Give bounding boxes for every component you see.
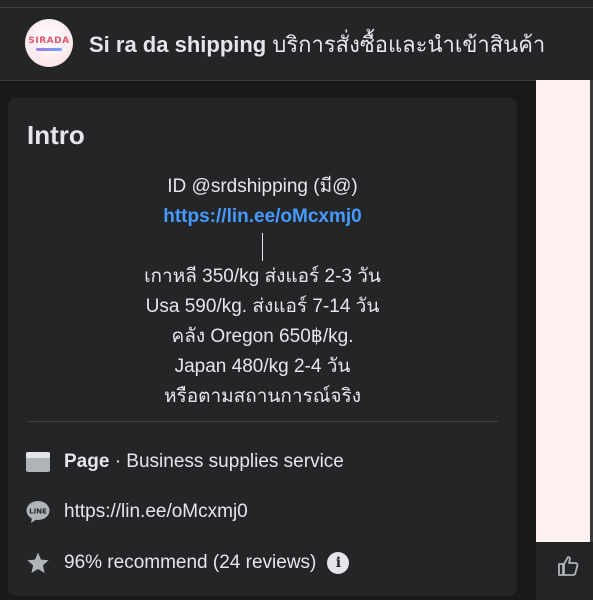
top-strip [0,0,593,8]
page-label: Page [64,451,110,472]
intro-bio: ID @srdshipping (มี@) https://lin.ee/oMc… [8,172,517,412]
bio-line: คลัง Oregon 650฿/kg. [171,326,354,347]
info-icon[interactable]: i [327,552,350,574]
page-title-name: Si ra da shipping [89,32,267,57]
line-link-row[interactable]: LINE https://lin.ee/oMcxmj0 [25,498,248,526]
page-icon [25,450,51,474]
bio-line: Japan 480/kg 2-4 วัน [174,356,351,377]
right-post-panel [536,80,593,542]
avatar[interactable]: SIRADA [25,19,73,67]
page-header: SIRADA Si ra da shipping บริการสั่งซื้อแ… [0,8,593,81]
bio-line: หรือตามสถานการณ์จริง [163,386,362,407]
bio-line: Usa 590/kg. ส่งแอร์ 7-14 วัน [145,296,380,317]
bio-id: ID @srdshipping (มี@) [167,176,358,197]
star-icon [25,551,51,575]
recommend-row: 96% recommend (24 reviews) i [25,549,350,577]
page-category: · Business supplies service [109,451,344,472]
svg-text:LINE: LINE [29,508,47,516]
page-title-thai: บริการสั่งซื้อและนำเข้าสินค้า [272,32,546,57]
recommend-text[interactable]: 96% recommend (24 reviews) [64,552,316,574]
line-link[interactable]: https://lin.ee/oMcxmj0 [64,501,248,523]
intro-divider [27,421,498,422]
bio-line: เกาหลี 350/kg ส่งแอร์ 2-3 วัน [144,266,381,287]
bio-bar-divider [262,233,263,261]
page-title[interactable]: Si ra da shipping บริการสั่งซื้อและนำเข้… [89,27,545,62]
intro-card: Intro ID @srdshipping (มี@) https://lin.… [8,98,517,596]
right-post-actions [536,542,593,600]
line-app-icon: LINE [25,500,51,524]
like-icon[interactable] [556,554,580,583]
page-category-row: Page · Business supplies service [25,448,344,476]
bio-link[interactable]: https://lin.ee/oMcxmj0 [8,202,517,232]
avatar-swoosh [36,47,62,51]
avatar-logo-text: SIRADA [28,35,70,46]
intro-heading: Intro [27,120,85,150]
